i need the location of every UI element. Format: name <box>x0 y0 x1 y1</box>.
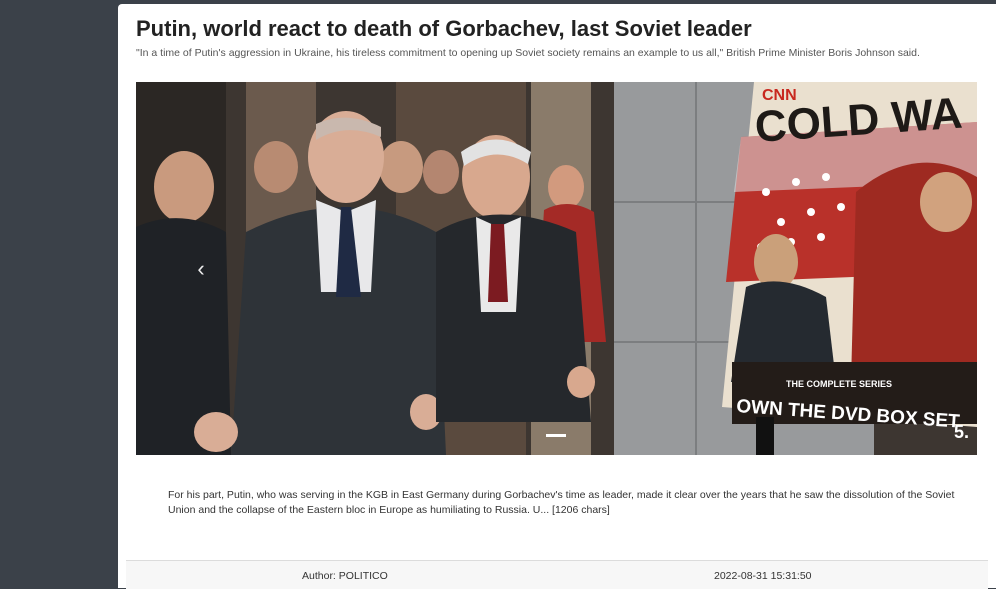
article-body: For his part, Putin, who was serving in … <box>168 489 955 516</box>
poster-number: 5. <box>954 422 969 442</box>
article-card: Putin, world react to death of Gorbachev… <box>118 4 996 589</box>
image-carousel[interactable]: CNN COLD WA THE COMPLETE SERIES OWN THE … <box>136 82 977 455</box>
article-footer: Author: POLITICO 2022-08-31 15:31:50 <box>126 560 988 589</box>
article-date: 2022-08-31 15:31:50 <box>714 570 812 582</box>
carousel-indicator[interactable] <box>546 434 566 437</box>
poster: CNN COLD WA THE COMPLETE SERIES OWN THE … <box>722 82 977 442</box>
poster-series: THE COMPLETE SERIES <box>786 379 892 389</box>
article-photo: CNN COLD WA THE COMPLETE SERIES OWN THE … <box>136 82 977 455</box>
article-subtitle: "In a time of Putin's aggression in Ukra… <box>136 47 920 59</box>
article-title[interactable]: Putin, world react to death of Gorbachev… <box>136 16 752 42</box>
sidebar <box>0 0 118 588</box>
carousel-prev-icon[interactable]: ‹ <box>191 257 211 281</box>
article-author: Author: POLITICO <box>302 570 388 582</box>
